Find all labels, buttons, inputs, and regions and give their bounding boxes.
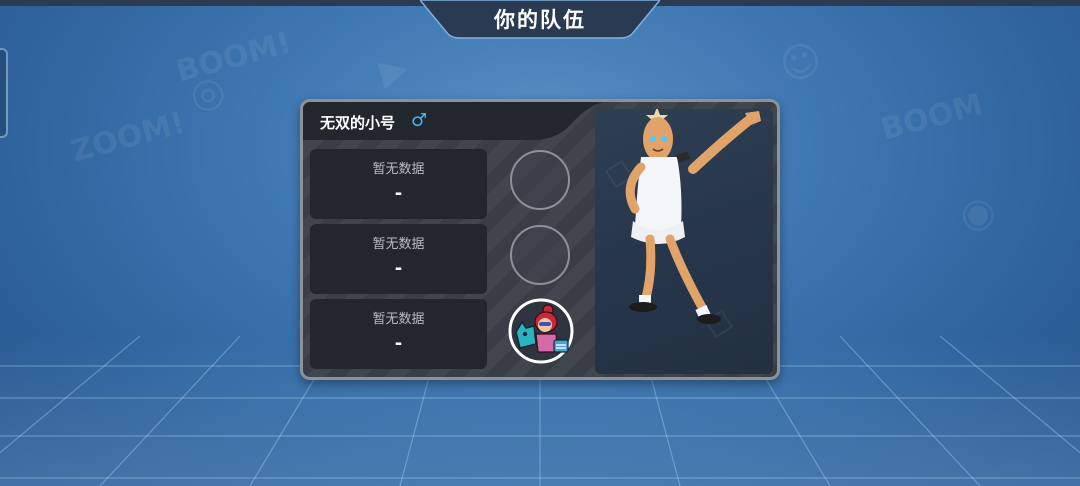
empty-slot[interactable] [510,225,570,285]
stat-label: 暂无数据 [372,162,425,177]
character-portrait: ◇ ◇ [595,109,773,374]
stat-label: 暂无数据 [372,312,425,327]
side-drawer-handle[interactable] [0,48,8,138]
stat-box: 暂无数据 - [310,224,487,294]
stat-value: - [394,183,403,204]
lobby-background: BOOM! ZOOM! BOOM ☺ ▶ ◉ ◎ 你的队伍 无双的小号 ♂ 暂无… [0,0,1080,486]
stat-box: 暂无数据 - [310,299,487,369]
page-title: 你的队伍 [494,8,586,32]
stat-label: 暂无数据 [372,237,425,252]
stat-value: - [394,258,403,279]
title-banner: 你的队伍 [420,0,660,40]
male-gender-icon: ♂ [411,110,428,131]
stat-value: - [394,333,403,354]
bg-doodle: BOOM [877,87,987,148]
empty-slot[interactable] [510,150,570,210]
avatar-slot[interactable] [508,298,574,364]
stat-box: 暂无数据 - [310,149,487,219]
player-card: 无双的小号 ♂ 暂无数据 - 暂无数据 - 暂无数据 - ◇ ◇ [300,99,780,380]
player-header: 无双的小号 ♂ [303,102,623,142]
sausage-character-cheering-icon [625,109,761,324]
player-name: 无双的小号 [320,114,396,132]
bg-doodle: ▶ [375,47,413,94]
girl-with-dog-avatar-icon [508,298,574,364]
bg-doodle: ZOOM! [67,105,189,170]
bg-doodle: ☺ [774,35,827,91]
bg-doodle: ◉ [954,186,1001,240]
